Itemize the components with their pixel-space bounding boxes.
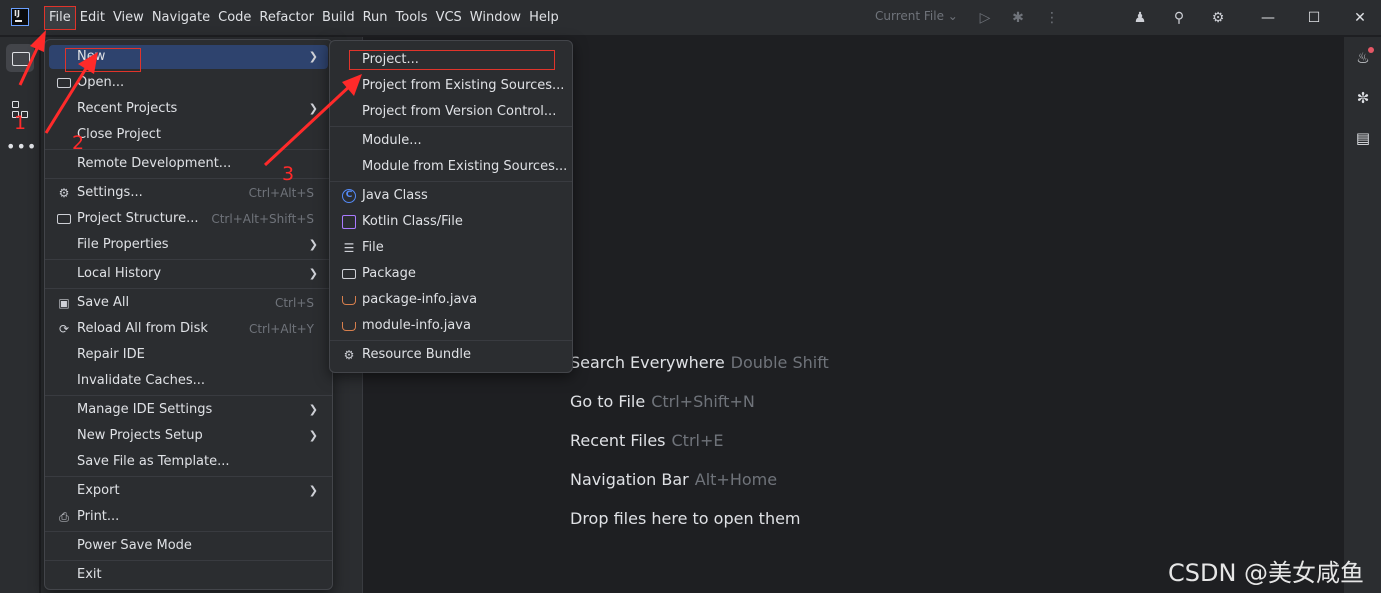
annotation-arrow-3: [263, 82, 354, 167]
annotation-arrowhead-3: [342, 74, 362, 96]
annotation-arrowhead-2: [78, 52, 98, 74]
annotation-arrowhead-1: [30, 30, 46, 52]
annotation-label-2: 2: [72, 132, 85, 154]
annotation-label-3: 3: [282, 163, 295, 185]
watermark: CSDN @美女咸鱼: [1168, 559, 1365, 587]
annotation-arrows: [18, 30, 362, 167]
annotation-label-1: 1: [14, 112, 27, 134]
annotation-arrow-2: [44, 61, 92, 134]
